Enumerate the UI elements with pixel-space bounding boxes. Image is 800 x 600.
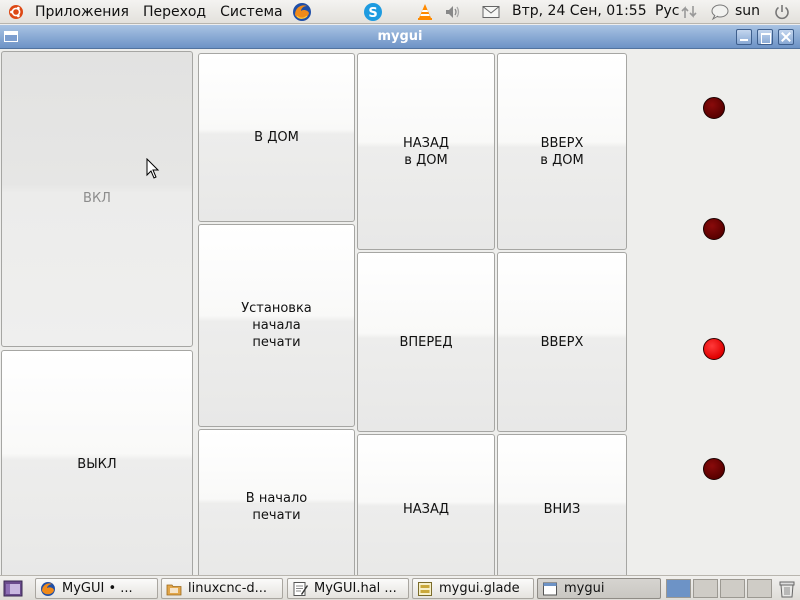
taskbar: MyGUI • ... linuxcnc-d... MyGUI.hal ... … xyxy=(0,575,800,600)
text-editor-icon xyxy=(293,581,308,596)
top-panel: Приложения Переход Система S Втр, 24 Сен… xyxy=(0,0,800,24)
mail-icon[interactable] xyxy=(481,2,501,22)
power-icon[interactable] xyxy=(772,2,792,22)
skype-icon[interactable]: S xyxy=(363,2,383,22)
svg-text:S: S xyxy=(368,6,377,21)
status-led-4 xyxy=(703,458,725,480)
vlc-icon[interactable] xyxy=(415,2,435,22)
close-button[interactable] xyxy=(778,29,794,45)
window-icon xyxy=(543,582,557,595)
firefox-icon xyxy=(41,581,55,596)
forward-button[interactable]: ВПЕРЕД xyxy=(357,252,495,432)
volume-icon[interactable] xyxy=(443,2,463,22)
off-button[interactable]: ВЫКЛ xyxy=(1,350,193,575)
window-title: mygui xyxy=(377,29,423,44)
task-firefox[interactable]: MyGUI • ... xyxy=(35,578,158,599)
home-button[interactable]: В ДОМ xyxy=(198,53,355,222)
folder-icon xyxy=(166,584,182,595)
back-home-button[interactable]: НАЗАД в ДОМ xyxy=(357,53,495,250)
workspace-3[interactable] xyxy=(720,579,745,598)
minimize-button[interactable] xyxy=(736,29,752,45)
task-text-editor-hal[interactable]: MyGUI.hal ... xyxy=(287,578,409,599)
up-button[interactable]: ВВЕРХ xyxy=(497,252,627,432)
chat-status-icon[interactable] xyxy=(710,2,730,22)
task-glade[interactable]: mygui.glade xyxy=(412,578,534,599)
firefox-launcher-icon[interactable] xyxy=(292,2,312,22)
username[interactable]: sun xyxy=(735,3,760,19)
menu-places[interactable]: Переход xyxy=(136,4,213,20)
window-titlebar[interactable]: mygui xyxy=(0,25,800,49)
clock[interactable]: Втр, 24 Сен, 01:55 xyxy=(512,3,647,19)
task-file-manager[interactable]: linuxcnc-d... xyxy=(161,578,283,599)
keyboard-layout-indicator[interactable]: Рус xyxy=(655,3,679,19)
network-icon[interactable] xyxy=(679,2,699,22)
trash-icon[interactable] xyxy=(777,578,797,599)
status-led-1 xyxy=(703,97,725,119)
status-led-3 xyxy=(703,338,725,360)
app-body: ВКЛ ВЫКЛ В ДОМ Установка начала печати В… xyxy=(0,49,800,575)
menu-applications[interactable]: Приложения xyxy=(28,4,136,20)
show-desktop-icon[interactable] xyxy=(3,579,23,598)
to-print-start-button[interactable]: В начало печати xyxy=(198,429,355,575)
up-home-button[interactable]: ВВЕРХ в ДОМ xyxy=(497,53,627,250)
status-led-2 xyxy=(703,218,725,240)
workspace-4[interactable] xyxy=(747,579,772,598)
set-print-start-button[interactable]: Установка начала печати xyxy=(198,224,355,427)
workspace-2[interactable] xyxy=(693,579,718,598)
glade-icon xyxy=(418,581,432,596)
task-mygui[interactable]: mygui xyxy=(537,578,661,599)
maximize-button[interactable] xyxy=(757,29,773,45)
on-button[interactable]: ВКЛ xyxy=(1,51,193,347)
back-button[interactable]: НАЗАД xyxy=(357,434,495,575)
mouse-pointer-icon xyxy=(146,158,160,179)
workspace-1[interactable] xyxy=(666,579,691,598)
menu-system[interactable]: Система xyxy=(213,4,289,20)
ubuntu-logo-icon[interactable] xyxy=(8,4,24,20)
down-button[interactable]: ВНИЗ xyxy=(497,434,627,575)
